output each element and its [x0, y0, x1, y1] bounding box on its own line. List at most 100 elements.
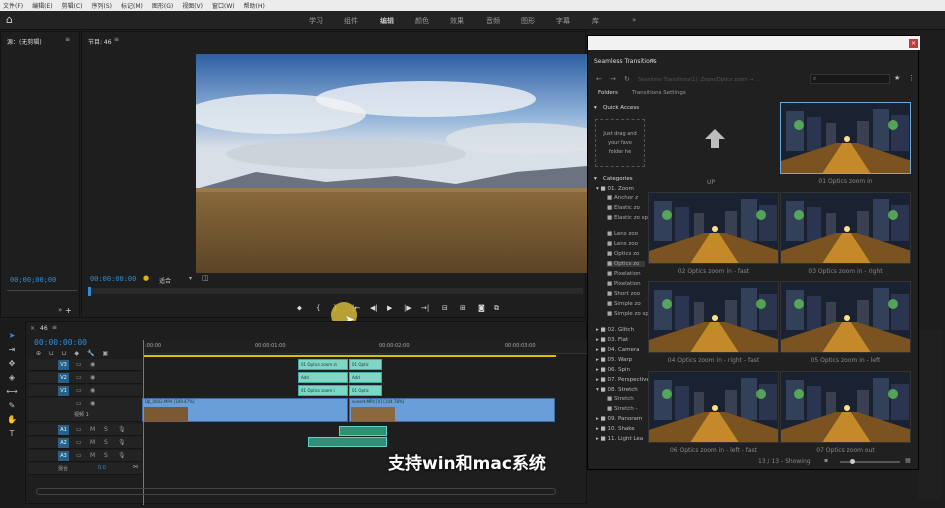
timeline-menu-icon[interactable]: ≡ — [52, 324, 57, 331]
program-panel-title[interactable]: 节目: 46 — [88, 37, 112, 46]
timeline-zoom-scrollbar[interactable] — [36, 488, 556, 495]
mic-icon[interactable]: 🎙 — [118, 426, 126, 433]
category-6[interactable]: ▸ ■ 06. Spin — [596, 367, 630, 373]
track-header-a2[interactable]: A2 ▭ M S 🎙 — [28, 437, 142, 449]
category-9[interactable]: ▸ ■ 09. Panoram — [596, 416, 642, 422]
slider-handle[interactable] — [850, 459, 855, 464]
menu-clip[interactable]: 剪辑(C) — [62, 1, 83, 10]
category-5[interactable]: ▸ ■ 05. Warp — [596, 357, 632, 363]
source-add-icon[interactable]: + — [65, 306, 72, 315]
quick-access-chevron-icon[interactable]: ▾ — [594, 105, 597, 111]
subcategory-item[interactable]: ■ Lens zoo — [607, 231, 638, 237]
selection-tool-icon[interactable]: ➤ — [6, 331, 18, 340]
export-frame-icon[interactable]: ◙ — [478, 304, 485, 312]
mute-m-icon[interactable]: M — [90, 452, 95, 459]
insert-icon[interactable]: ⊟ — [442, 304, 448, 312]
mute-m-icon[interactable]: M — [90, 439, 95, 446]
search-input[interactable]: ⌕ — [810, 74, 890, 84]
slip-icon[interactable]: ⟷ — [6, 387, 18, 396]
subcategory-item[interactable]: ■ Short zoo — [607, 291, 640, 297]
forward-arrow-icon[interactable]: → — [610, 75, 616, 83]
mix-end-icon[interactable]: ⋈ — [133, 464, 138, 470]
track-label-v1[interactable]: V1 — [58, 386, 69, 396]
audio-clip-a2[interactable] — [308, 437, 387, 447]
program-timecode[interactable]: 00:00:00:00 — [90, 275, 136, 283]
track-label-a2[interactable]: A2 — [58, 438, 69, 448]
transition-caption[interactable]: 07 Optics zoom out — [780, 447, 911, 454]
type-tool-icon[interactable]: T — [6, 429, 18, 438]
categories-title[interactable]: Categories — [603, 176, 633, 182]
workspace-libraries[interactable]: 库 — [592, 16, 599, 26]
subcategory-item[interactable]: ■ Pixelation — [607, 271, 641, 277]
clip-main-b[interactable]: sunset.MP4 [V] [104.78%] — [349, 398, 555, 422]
transition-caption[interactable]: 02 Optics zoom in - fast — [648, 268, 779, 275]
category-11[interactable]: ▸ ■ 11. Light Lea — [596, 436, 643, 442]
favorite-star-icon[interactable]: ★ — [894, 74, 900, 82]
category-7[interactable]: ▸ ■ 07. Perspective — [596, 377, 650, 383]
subcategory-item[interactable]: ■ Simple zo split — [607, 311, 654, 317]
program-scrubber[interactable] — [88, 288, 583, 294]
settings-icon[interactable]: ◫ — [202, 274, 209, 282]
workspace-audio[interactable]: 音频 — [486, 16, 500, 26]
add-marker-icon[interactable]: ⬥ — [297, 304, 302, 313]
transition-thumbnail[interactable] — [780, 102, 911, 174]
transition-thumbnail[interactable] — [780, 371, 911, 443]
sync-lock-icon[interactable]: ▭ — [76, 439, 82, 446]
sync-lock-icon[interactable]: ▭ — [76, 400, 82, 407]
track-header-a3[interactable]: A3 ▭ M S 🎙 — [28, 450, 142, 462]
menu-markers[interactable]: 标记(M) — [121, 1, 143, 10]
fit-chevron-down-icon[interactable]: ▾ — [189, 275, 192, 282]
source-timecode[interactable]: 00;00;00;00 — [10, 276, 56, 284]
transition-thumbnail[interactable] — [648, 371, 779, 443]
category-8[interactable]: ▾ ■ 08. Stretch — [596, 387, 638, 393]
mark-in-icon[interactable]: { — [316, 304, 320, 312]
clip-v1-b[interactable]: 01 Optic — [349, 385, 382, 396]
workspace-captions[interactable]: 字幕 — [556, 16, 570, 26]
transition-thumbnail[interactable] — [780, 281, 911, 353]
track-label-v2[interactable]: V2 — [58, 373, 69, 383]
clip-v2-a[interactable]: Add — [298, 372, 348, 383]
menu-sequence[interactable]: 序列(S) — [92, 1, 113, 10]
workspace-more[interactable]: » — [632, 16, 636, 24]
subcategory-item[interactable]: ■ Elastic zo — [607, 205, 640, 211]
breadcrumb-path[interactable]: Seamless Transitions(1): Zoom/Optics zoo… — [638, 77, 760, 83]
program-menu-icon[interactable]: ≡ — [114, 36, 119, 43]
close-icon[interactable]: × — [909, 39, 918, 48]
program-video-frame[interactable] — [196, 54, 587, 273]
clip-v3-a[interactable]: 01 Optics zoom in — [298, 359, 348, 370]
transition-thumbnail[interactable] — [648, 281, 779, 353]
transition-caption[interactable]: 01 Optics zoom in — [780, 178, 911, 185]
back-arrow-icon[interactable]: ← — [596, 75, 602, 83]
category-3[interactable]: ▸ ■ 03. Flat — [596, 337, 628, 343]
menu-window[interactable]: 窗口(W) — [212, 1, 235, 10]
quick-access-dropzone[interactable]: Just drag and your favo folder he — [595, 119, 645, 167]
track-label-a3[interactable]: A3 — [58, 451, 69, 461]
menu-view[interactable]: 视图(V) — [182, 1, 203, 10]
grid-view-icon[interactable]: ▪ — [824, 457, 828, 464]
subcategory-item[interactable]: ■ Elastic zo split — [607, 215, 653, 221]
home-icon[interactable]: ⌂ — [6, 14, 18, 26]
track-header-a1[interactable]: A1 ▭ M S 🎙 — [28, 424, 142, 436]
category-2[interactable]: ▸ ■ 02. Glitch — [596, 327, 634, 333]
ripple-edit-icon[interactable]: ✥ — [6, 359, 18, 368]
more-vert-icon[interactable]: ⋮ — [908, 74, 915, 82]
workspace-learn[interactable]: 学习 — [309, 16, 323, 26]
eye-icon[interactable]: ◉ — [90, 361, 95, 368]
subcategory-item[interactable]: ■ Pixelation — [607, 281, 641, 287]
quick-access-title[interactable]: Quick Access — [603, 105, 639, 111]
clip-v1-a[interactable]: 01 Optics zoom i — [298, 385, 348, 396]
overwrite-icon[interactable]: ⊞ — [460, 304, 466, 312]
transitions-menu-icon[interactable]: ≡ — [650, 57, 655, 64]
list-view-icon[interactable]: ▦ — [905, 457, 911, 464]
solo-s-icon[interactable]: S — [104, 439, 108, 446]
go-to-out-icon[interactable]: →| — [421, 304, 429, 312]
category-4[interactable]: ▸ ■ 04. Camera — [596, 347, 640, 353]
track-header-v3[interactable]: V3 ▭ ◉ — [28, 359, 142, 371]
sync-lock-icon[interactable]: ▭ — [76, 361, 82, 368]
clip-v3-b[interactable]: 01 Optic — [349, 359, 382, 370]
eye-icon[interactable]: ◉ — [90, 400, 95, 407]
subcategory-item[interactable]: ■ Lens zoo — [607, 241, 638, 247]
track-header-v1[interactable]: V1 ▭ ◉ — [28, 385, 142, 397]
transition-thumbnail[interactable] — [780, 192, 911, 264]
subcategory-item[interactable]: ■ Anchor z — [607, 195, 638, 201]
